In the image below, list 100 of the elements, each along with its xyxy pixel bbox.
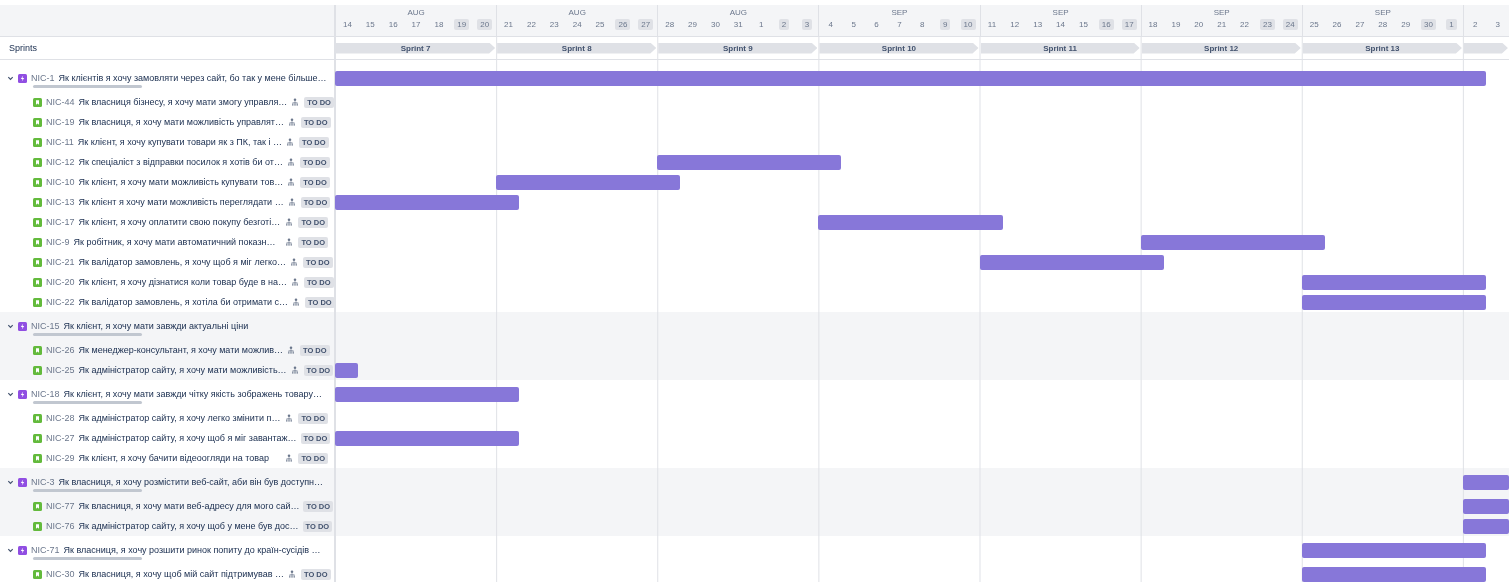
day-label: 24	[1282, 19, 1298, 30]
issue-summary: Як адміністратор сайту, я хочу щоб у мене був дос…	[78, 521, 299, 531]
issue-key[interactable]: NIC-3	[31, 477, 55, 487]
day-label: 7	[896, 19, 903, 30]
story-icon	[33, 157, 42, 167]
issue-key[interactable]: NIC-71	[31, 545, 60, 555]
day-label: 25	[1308, 19, 1320, 30]
story-icon	[33, 297, 42, 307]
day-label: 15	[1078, 19, 1089, 30]
chevron-icon[interactable]	[7, 478, 14, 486]
day-label: 8	[919, 19, 926, 30]
person-icon[interactable]	[292, 298, 301, 306]
chevron-icon[interactable]	[7, 390, 14, 398]
person-icon[interactable]	[290, 278, 299, 286]
day-label: 5	[850, 19, 857, 30]
issue-summary: Як робітник, я хочу мати автоматичний показн…	[73, 237, 277, 247]
issue-key[interactable]: NIC-20	[46, 277, 75, 287]
story-icon	[33, 117, 42, 127]
timeline-bar[interactable]	[1462, 519, 1509, 534]
sprint-marker[interactable]: Sprint 13	[1302, 42, 1462, 54]
month-label: SEP	[1373, 7, 1392, 19]
day-label: 25	[594, 19, 606, 30]
person-icon[interactable]	[289, 258, 298, 266]
day-label: 20	[477, 19, 493, 30]
person-icon[interactable]	[290, 366, 299, 374]
day-label: 4	[827, 19, 835, 30]
day-label: 26	[1331, 19, 1343, 30]
story-icon	[33, 217, 42, 227]
sprint-marker[interactable]: Sprint 11	[980, 42, 1140, 54]
issue-key[interactable]: NIC-1	[31, 73, 55, 83]
story-icon	[33, 197, 42, 207]
person-icon[interactable]	[291, 98, 300, 106]
issue-summary: Як клієнт, я хочу оплатити свою покупу безготі…	[78, 217, 282, 227]
person-icon[interactable]	[285, 454, 294, 462]
person-icon[interactable]	[287, 570, 296, 578]
issue-summary: Як власниця, я хочу мати веб-адресу для мого сай…	[78, 501, 300, 511]
month-label: SEP	[890, 7, 909, 19]
month-label: SEP	[1212, 7, 1231, 19]
sprint-marker[interactable]: Sprint 10	[819, 42, 979, 54]
sprint-marker[interactable]: Sprint 8	[497, 42, 657, 54]
chevron-icon[interactable]	[7, 322, 14, 330]
issue-key[interactable]: NIC-27	[46, 433, 75, 443]
issue-key[interactable]: NIC-29	[46, 453, 75, 463]
day-label: 22	[526, 19, 537, 30]
issue-summary: Як валідатор замовлень, я хочу щоб я міг легко…	[78, 257, 286, 267]
issue-key[interactable]: NIC-19	[46, 117, 75, 127]
day-label: 2	[1471, 19, 1479, 30]
person-icon[interactable]	[285, 414, 294, 422]
day-label: 2	[778, 19, 790, 30]
issue-key[interactable]: NIC-15	[31, 321, 60, 331]
day-label: 16	[1098, 19, 1114, 30]
sprint-marker[interactable]: Sprint 9	[658, 42, 818, 54]
issue-key[interactable]: NIC-17	[46, 217, 75, 227]
issue-key[interactable]: NIC-22	[46, 297, 75, 307]
issue-key[interactable]: NIC-44	[46, 97, 75, 107]
sprint-marker[interactable]: Sprint 7	[336, 42, 496, 54]
issue-key[interactable]: NIC-30	[46, 569, 75, 579]
issue-key[interactable]: NIC-12	[46, 157, 75, 167]
issue-key[interactable]: NIC-18	[31, 389, 60, 399]
day-label: 9	[939, 19, 951, 30]
issue-key[interactable]: NIC-11	[46, 137, 74, 147]
issue-key[interactable]: NIC-21	[46, 257, 75, 267]
person-icon[interactable]	[287, 198, 296, 206]
sprint-marker[interactable]: Sprint 12	[1141, 42, 1301, 54]
timeline-bar[interactable]	[1462, 475, 1509, 490]
issue-key[interactable]: NIC-10	[46, 177, 75, 187]
person-icon[interactable]	[285, 218, 294, 226]
sprint-marker[interactable]	[1463, 42, 1508, 54]
story-icon	[33, 277, 42, 287]
day-label: 17	[1121, 19, 1137, 30]
day-label: 22	[1239, 19, 1250, 30]
day-label: 21	[1216, 19, 1228, 30]
month-label: SEP	[1051, 7, 1070, 19]
person-icon[interactable]	[286, 158, 295, 166]
day-label: 1	[757, 19, 765, 30]
issue-key[interactable]: NIC-26	[46, 345, 75, 355]
person-icon[interactable]	[285, 238, 294, 246]
chevron-icon[interactable]	[7, 546, 14, 554]
issue-key[interactable]: NIC-28	[46, 413, 75, 423]
story-icon	[33, 257, 42, 267]
day-label: 11	[986, 19, 998, 30]
month-label: AUG	[567, 7, 587, 19]
person-icon[interactable]	[286, 346, 295, 354]
story-icon	[33, 345, 42, 355]
timeline-bar[interactable]	[1462, 499, 1509, 514]
story-icon	[33, 97, 42, 107]
issue-key[interactable]: NIC-25	[46, 365, 75, 375]
chevron-icon[interactable]	[7, 74, 14, 82]
person-icon[interactable]	[287, 118, 296, 126]
person-icon[interactable]	[287, 178, 296, 186]
story-icon	[33, 569, 42, 579]
day-label: 14	[1055, 19, 1066, 30]
issue-summary: Як власниця, я хочу мати можливість управлят…	[78, 117, 284, 127]
day-label: 1	[1446, 19, 1457, 30]
issue-key[interactable]: NIC-9	[46, 237, 70, 247]
person-icon[interactable]	[285, 138, 294, 146]
issue-key[interactable]: NIC-76	[46, 521, 75, 531]
issue-key[interactable]: NIC-77	[46, 501, 75, 511]
day-label: 19	[454, 19, 470, 30]
issue-key[interactable]: NIC-13	[46, 197, 75, 207]
